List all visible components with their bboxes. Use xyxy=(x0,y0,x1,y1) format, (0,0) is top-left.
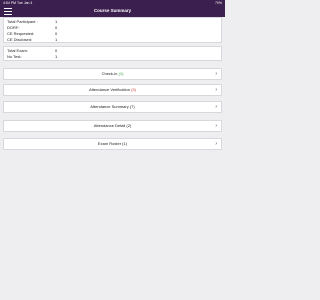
chevron-right-icon: › xyxy=(215,141,217,147)
chevron-right-icon: › xyxy=(215,71,217,77)
row-label: Exam Roster xyxy=(97,141,122,146)
check-in-row[interactable]: Check-in (1) › xyxy=(3,68,222,80)
row-count: (3) xyxy=(131,87,136,92)
stat-row: CE Disclosed: 1 xyxy=(4,37,221,43)
stat-label: No Test: xyxy=(7,54,22,59)
row-label: Attendance Summary xyxy=(90,104,129,109)
row-count: (2) xyxy=(126,123,132,128)
status-time: 4:54 PM Tue Jan 4 xyxy=(3,1,33,5)
row-count: (1) xyxy=(118,71,124,76)
attendance-verification-row[interactable]: Attendance Verification (3) › xyxy=(3,84,222,96)
row-count: (7) xyxy=(129,104,135,109)
row-label: Check-in xyxy=(101,71,118,76)
page-title: Course Summary xyxy=(93,8,132,13)
stat-value: 1 xyxy=(55,37,58,42)
attendance-detail-row[interactable]: Attendance Detail (2) › xyxy=(3,120,222,132)
exam-roster-row[interactable]: Exam Roster (1) › xyxy=(3,138,222,150)
row-label: Attendance Verification xyxy=(89,87,130,92)
stat-row: No Test: 1 xyxy=(4,54,221,60)
chevron-right-icon: › xyxy=(215,104,217,110)
exam-summary-card: Total Exam: 0 No Test: 1 xyxy=(3,46,222,61)
stat-label: CE Disclosed: xyxy=(7,37,33,42)
navigation-bar: Course Summary xyxy=(0,6,225,17)
attendance-summary-row[interactable]: Attendance Summary (7) › xyxy=(3,101,222,113)
chevron-right-icon: › xyxy=(215,87,217,93)
chevron-right-icon: › xyxy=(215,123,217,129)
row-count: (1) xyxy=(122,141,128,146)
row-label: Attendance Detail xyxy=(93,123,126,128)
battery-indicator: 70% xyxy=(214,1,222,5)
stat-value: 1 xyxy=(55,54,58,59)
participant-summary-card: Total Participant : 1 DORF: 0 CE Request… xyxy=(3,17,222,43)
